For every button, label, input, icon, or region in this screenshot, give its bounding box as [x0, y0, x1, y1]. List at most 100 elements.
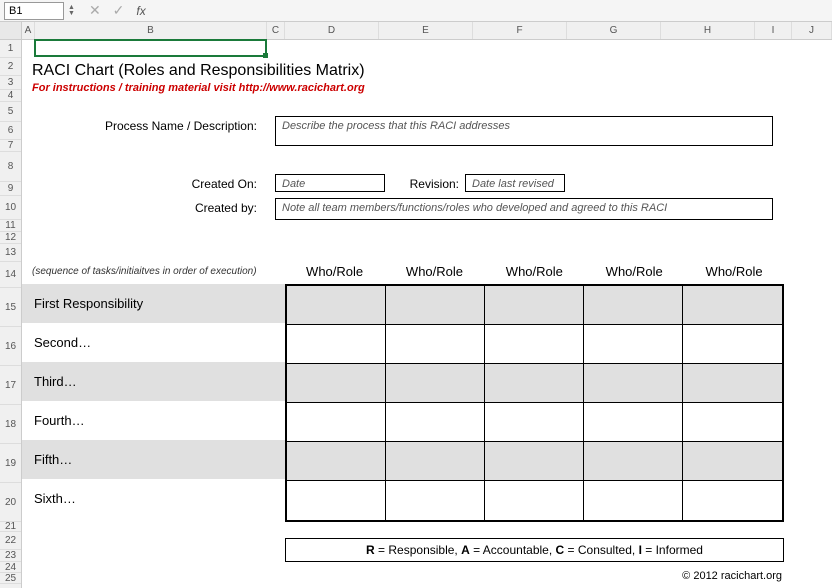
column-header[interactable]: E: [379, 22, 473, 39]
role-header-5: Who/Role: [684, 264, 784, 279]
process-name-field[interactable]: Describe the process that this RACI addr…: [275, 116, 773, 146]
matrix-cell[interactable]: [584, 364, 683, 403]
row-header[interactable]: 19: [0, 444, 21, 483]
task-label[interactable]: Third…: [32, 362, 282, 401]
matrix-cell[interactable]: [287, 403, 386, 442]
column-header[interactable]: J: [792, 22, 832, 39]
task-labels: First Responsibility Second… Third… Four…: [32, 284, 282, 518]
row-header[interactable]: 20: [0, 483, 21, 522]
created-on-label: Created On:: [32, 174, 267, 191]
row-header[interactable]: 23: [0, 550, 21, 562]
row-header[interactable]: 17: [0, 366, 21, 405]
matrix-cell[interactable]: [287, 364, 386, 403]
sequence-note: (sequence of tasks/initiaitves in order …: [32, 266, 275, 277]
matrix-cell[interactable]: [386, 481, 485, 520]
matrix-cell[interactable]: [287, 481, 386, 520]
cancel-icon[interactable]: ✕: [83, 2, 107, 19]
revision-label: Revision:: [397, 174, 459, 191]
matrix-row: [287, 364, 782, 403]
row-header[interactable]: 7: [0, 140, 21, 152]
matrix-cell[interactable]: [584, 325, 683, 364]
page-title: RACI Chart (Roles and Responsibilities M…: [32, 62, 365, 80]
matrix-row: [287, 286, 782, 325]
row-header[interactable]: 4: [0, 90, 21, 102]
raci-matrix: [285, 284, 784, 522]
matrix-cell[interactable]: [584, 286, 683, 325]
row-header[interactable]: 14: [0, 262, 21, 288]
matrix-cell[interactable]: [287, 286, 386, 325]
matrix-cell[interactable]: [287, 325, 386, 364]
row-header[interactable]: 11: [0, 220, 21, 232]
matrix-cell[interactable]: [485, 442, 584, 481]
name-box-stepper[interactable]: ▲ ▼: [68, 5, 75, 17]
matrix-cell[interactable]: [485, 481, 584, 520]
matrix-cell[interactable]: [485, 286, 584, 325]
role-header-2: Who/Role: [385, 264, 485, 279]
confirm-icon[interactable]: ✓: [107, 2, 131, 19]
row-header[interactable]: 25: [0, 573, 21, 584]
matrix-cell[interactable]: [584, 481, 683, 520]
row-header[interactable]: 2: [0, 58, 21, 76]
grid-area[interactable]: RACI Chart (Roles and Responsibilities M…: [22, 40, 832, 588]
column-header[interactable]: B: [35, 22, 267, 39]
stepper-down-icon[interactable]: ▼: [68, 11, 75, 17]
row-header[interactable]: 9: [0, 182, 21, 196]
matrix-cell[interactable]: [584, 403, 683, 442]
matrix-cell[interactable]: [386, 286, 485, 325]
row-header[interactable]: 12: [0, 232, 21, 244]
formula-input[interactable]: [152, 2, 828, 20]
matrix-row: [287, 403, 782, 442]
matrix-cell[interactable]: [584, 442, 683, 481]
task-label[interactable]: Fourth…: [32, 401, 282, 440]
row-header[interactable]: 1: [0, 40, 21, 58]
task-label[interactable]: First Responsibility: [32, 284, 282, 323]
row-header[interactable]: 5: [0, 102, 21, 122]
column-header[interactable]: C: [267, 22, 285, 39]
name-box[interactable]: [4, 2, 64, 20]
matrix-cell[interactable]: [683, 325, 782, 364]
matrix-cell[interactable]: [683, 481, 782, 520]
task-label[interactable]: Fifth…: [32, 440, 282, 479]
select-all-corner[interactable]: [0, 22, 21, 40]
column-header[interactable]: D: [285, 22, 379, 39]
row-header[interactable]: 22: [0, 532, 21, 550]
column-header[interactable]: A: [22, 22, 35, 39]
matrix-cell[interactable]: [683, 403, 782, 442]
column-header[interactable]: G: [567, 22, 661, 39]
row-header[interactable]: 16: [0, 327, 21, 366]
revision-field[interactable]: Date last revised: [465, 174, 565, 192]
created-on-field[interactable]: Date: [275, 174, 385, 192]
row-header[interactable]: 15: [0, 288, 21, 327]
matrix-row: [287, 325, 782, 364]
row-header[interactable]: 24: [0, 562, 21, 573]
task-label[interactable]: Second…: [32, 323, 282, 362]
matrix-cell[interactable]: [485, 325, 584, 364]
subtitle-link[interactable]: For instructions / training material vis…: [32, 82, 365, 94]
created-by-field[interactable]: Note all team members/functions/roles wh…: [275, 198, 773, 220]
matrix-cell[interactable]: [386, 442, 485, 481]
column-header[interactable]: H: [661, 22, 755, 39]
matrix-cell[interactable]: [485, 403, 584, 442]
matrix-cell[interactable]: [485, 364, 584, 403]
row-header[interactable]: 18: [0, 405, 21, 444]
row-header[interactable]: 8: [0, 152, 21, 182]
row-header[interactable]: 3: [0, 76, 21, 90]
row-header[interactable]: 10: [0, 196, 21, 220]
matrix-cell[interactable]: [683, 364, 782, 403]
row-header[interactable]: 13: [0, 244, 21, 262]
column-header[interactable]: I: [755, 22, 792, 39]
matrix-cell[interactable]: [386, 325, 485, 364]
column-header[interactable]: F: [473, 22, 567, 39]
matrix-cell[interactable]: [683, 286, 782, 325]
role-header-1: Who/Role: [285, 264, 385, 279]
task-label[interactable]: Sixth…: [32, 479, 282, 518]
spreadsheet: 1234567891011121314151617181920212223242…: [0, 22, 832, 588]
row-header[interactable]: 21: [0, 522, 21, 532]
matrix-cell[interactable]: [386, 403, 485, 442]
row-headers: 1234567891011121314151617181920212223242…: [0, 22, 22, 588]
matrix-cell[interactable]: [683, 442, 782, 481]
row-header[interactable]: 6: [0, 122, 21, 140]
matrix-cell[interactable]: [386, 364, 485, 403]
process-name-label: Process Name / Description:: [32, 116, 267, 133]
matrix-cell[interactable]: [287, 442, 386, 481]
